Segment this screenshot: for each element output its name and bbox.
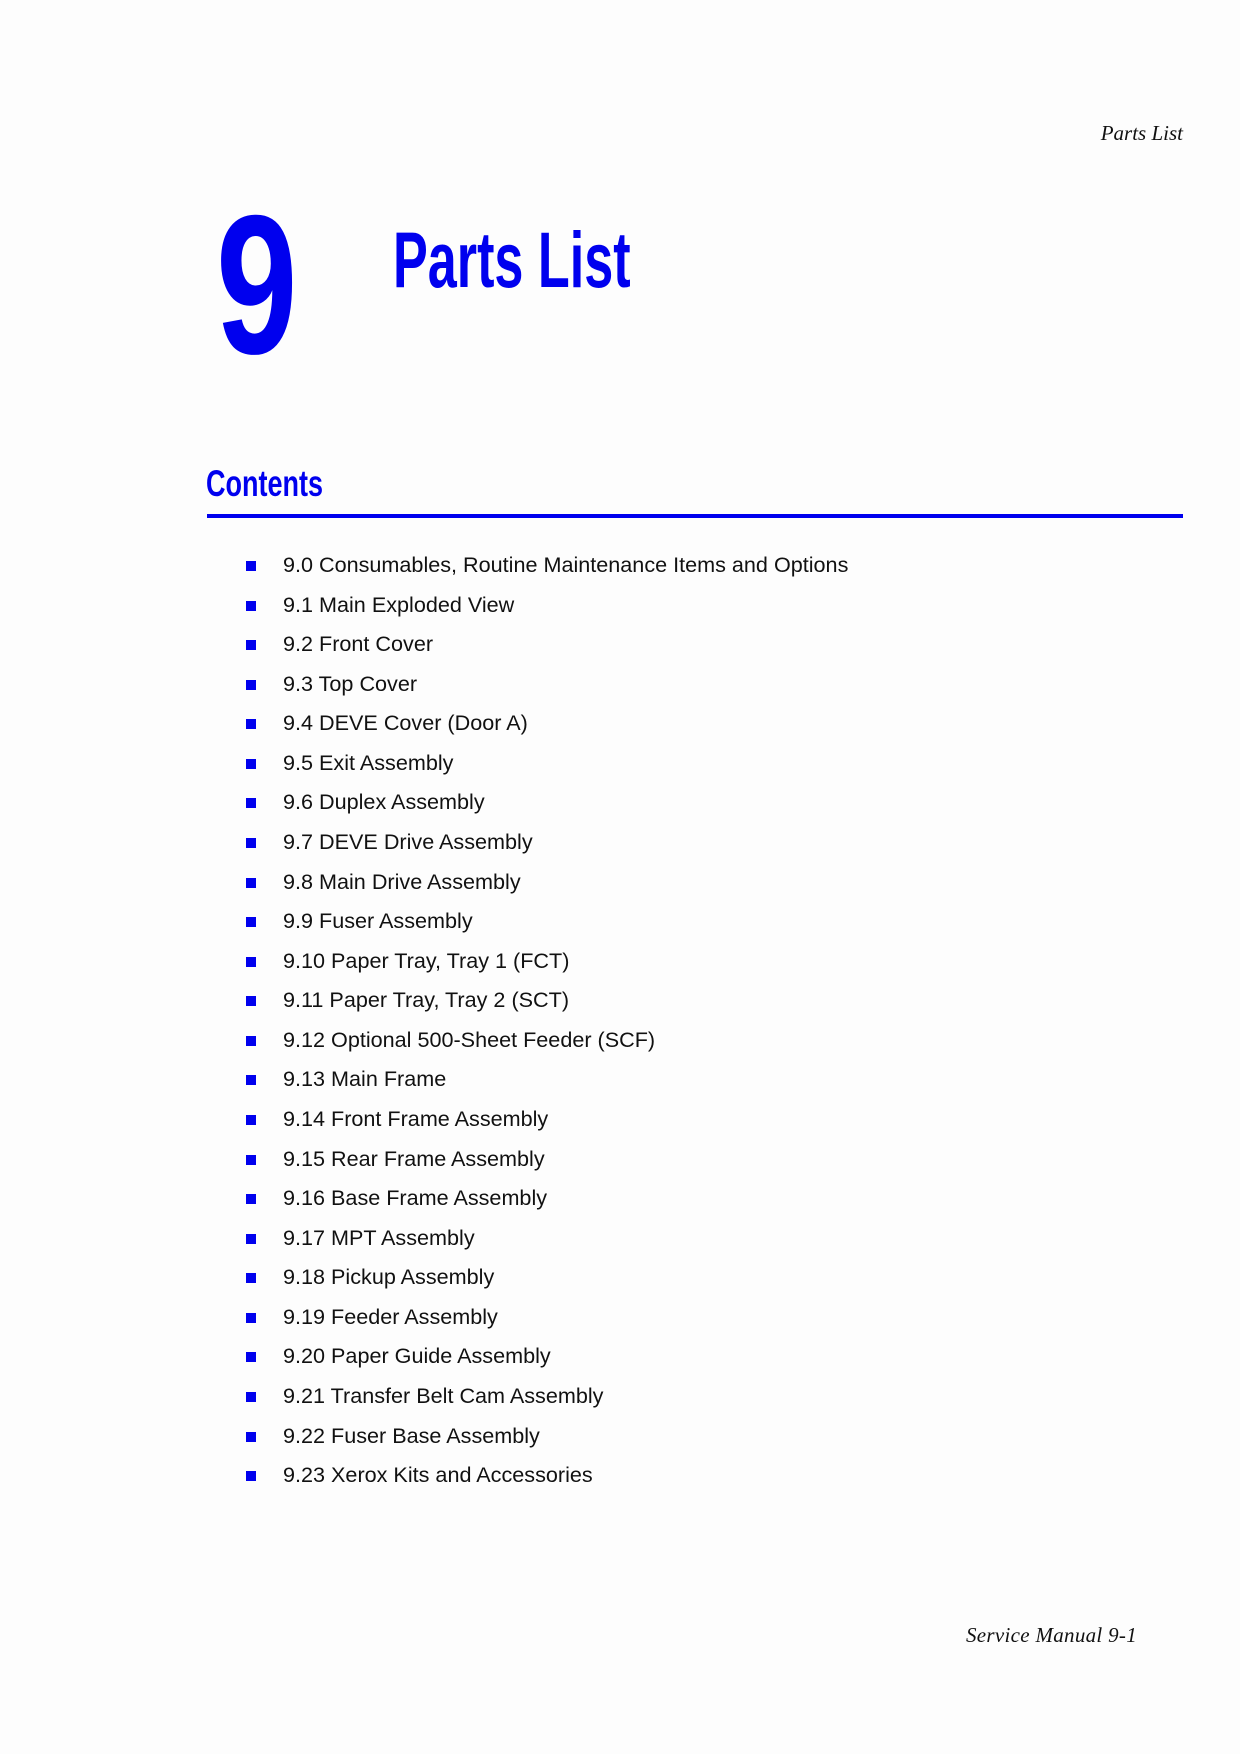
toc-item-link[interactable]: 9.15 Rear Frame Assembly	[283, 1144, 545, 1174]
toc-item-link[interactable]: 9.8 Main Drive Assembly	[283, 867, 521, 897]
toc-item-link[interactable]: 9.12 Optional 500-Sheet Feeder (SCF)	[283, 1025, 655, 1055]
running-footer: Service Manual 9-1	[966, 1623, 1138, 1647]
square-bullet-icon	[246, 1471, 256, 1482]
square-bullet-icon	[246, 798, 256, 809]
toc-item-link[interactable]: 9.0 Consumables, Routine Maintenance Ite…	[283, 550, 848, 580]
toc-item-link[interactable]: 9.1 Main Exploded View	[283, 590, 514, 620]
toc-item-link[interactable]: 9.7 DEVE Drive Assembly	[283, 827, 533, 857]
chapter-title: Parts List	[393, 215, 631, 304]
square-bullet-icon	[246, 719, 256, 730]
square-bullet-icon	[246, 1391, 256, 1402]
toc-item-link[interactable]: 9.5 Exit Assembly	[283, 748, 453, 778]
square-bullet-icon	[246, 600, 256, 611]
contents-heading: Contents	[206, 463, 324, 504]
square-bullet-icon	[246, 1431, 256, 1442]
toc-item-link[interactable]: 9.19 Feeder Assembly	[283, 1302, 498, 1332]
toc-item-link[interactable]: 9.10 Paper Tray, Tray 1 (FCT)	[283, 946, 569, 976]
toc-item-link[interactable]: 9.4 DEVE Cover (Door A)	[283, 708, 528, 738]
toc-item-link[interactable]: 9.18 Pickup Assembly	[283, 1262, 494, 1292]
toc-item-link[interactable]: 9.11 Paper Tray, Tray 2 (SCT)	[283, 985, 569, 1015]
square-bullet-icon	[246, 1154, 256, 1165]
square-bullet-icon	[246, 1075, 256, 1086]
toc-item-link[interactable]: 9.3 Top Cover	[283, 669, 417, 699]
square-bullet-icon	[246, 1035, 256, 1046]
toc-item-link[interactable]: 9.17 MPT Assembly	[283, 1223, 475, 1253]
square-bullet-icon	[246, 640, 256, 651]
square-bullet-icon	[246, 1233, 256, 1244]
square-bullet-icon	[246, 1114, 256, 1125]
square-bullet-icon	[246, 679, 256, 690]
square-bullet-icon	[246, 996, 256, 1007]
toc-item-link[interactable]: 9.2 Front Cover	[283, 629, 433, 659]
square-bullet-icon	[246, 956, 256, 967]
square-bullet-icon	[246, 1312, 256, 1323]
square-bullet-icon	[246, 917, 256, 928]
square-bullet-icon	[246, 1352, 256, 1363]
toc-item-link[interactable]: 9.20 Paper Guide Assembly	[283, 1341, 551, 1371]
toc-item-link[interactable]: 9.16 Base Frame Assembly	[283, 1183, 547, 1213]
toc-item-link[interactable]: 9.22 Fuser Base Assembly	[283, 1421, 540, 1451]
square-bullet-icon	[246, 1273, 256, 1284]
square-bullet-icon	[246, 837, 256, 848]
chapter-number: 9	[216, 174, 298, 395]
square-bullet-icon	[246, 877, 256, 888]
toc-item-link[interactable]: 9.23 Xerox Kits and Accessories	[283, 1460, 593, 1490]
square-bullet-icon	[246, 1194, 256, 1205]
square-bullet-icon	[246, 758, 256, 769]
toc-item-link[interactable]: 9.6 Duplex Assembly	[283, 787, 485, 817]
running-header: Parts List	[1100, 121, 1183, 145]
square-bullet-icon	[246, 561, 256, 571]
toc-item-link[interactable]: 9.21 Transfer Belt Cam Assembly	[283, 1381, 603, 1411]
toc-item-link[interactable]: 9.13 Main Frame	[283, 1064, 446, 1094]
contents-divider	[207, 514, 1183, 518]
toc-item-link[interactable]: 9.14 Front Frame Assembly	[283, 1104, 548, 1134]
toc-item-link[interactable]: 9.9 Fuser Assembly	[283, 906, 473, 936]
